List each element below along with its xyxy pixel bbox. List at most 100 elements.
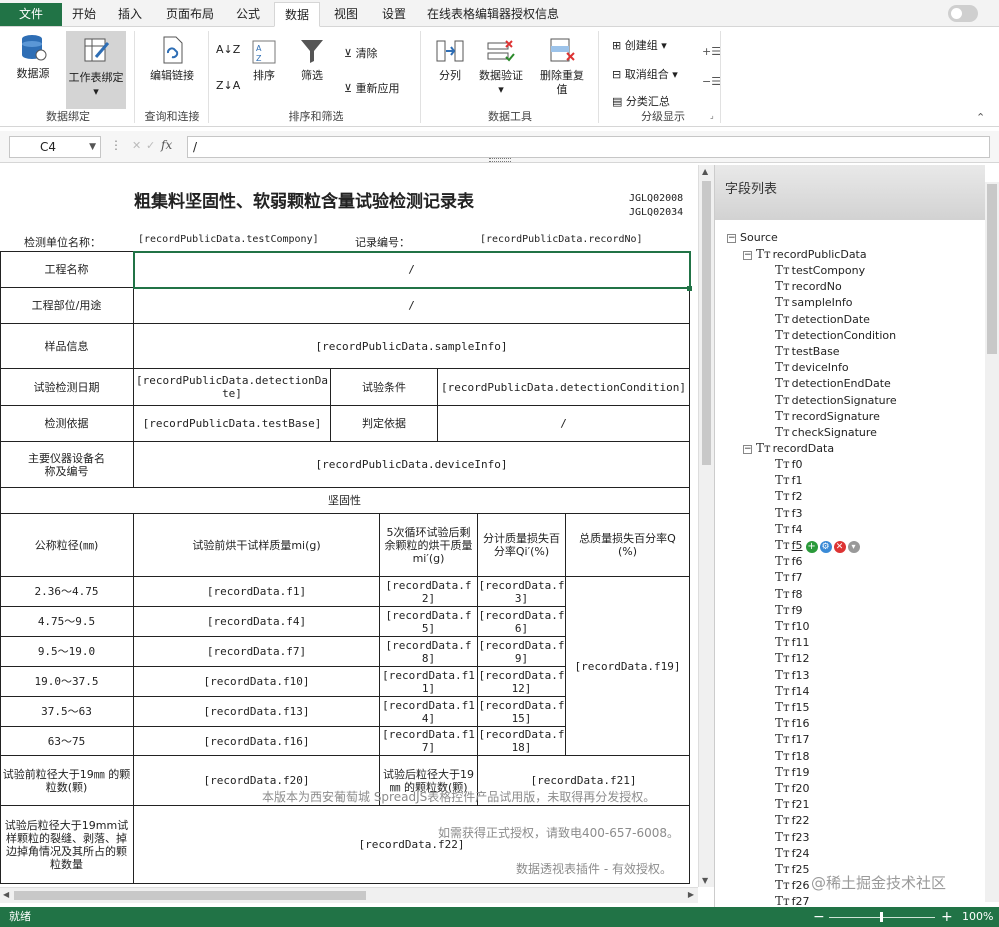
tree-field[interactable]: Tт f2 bbox=[775, 488, 803, 504]
project-part-value[interactable]: / bbox=[134, 288, 690, 324]
row-after[interactable]: [recordData.f11] bbox=[380, 667, 478, 697]
tree-field[interactable]: Tт f6 bbox=[775, 553, 803, 569]
tree-field[interactable]: Tт f24 bbox=[775, 845, 810, 861]
tree-field[interactable]: Tт f1 bbox=[775, 472, 803, 488]
tree-field[interactable]: Tт f18 bbox=[775, 748, 810, 764]
row-loss[interactable]: [recordData.f12] bbox=[478, 667, 566, 697]
data-validation-button[interactable]: 数据验证 ▾ bbox=[476, 37, 526, 97]
row-after[interactable]: [recordData.f5] bbox=[380, 607, 478, 637]
tab-view[interactable]: 视图 bbox=[324, 2, 368, 27]
panel-scrollbar[interactable] bbox=[985, 182, 999, 902]
judge-basis-value[interactable]: / bbox=[438, 406, 690, 442]
tree-field[interactable]: Tт testBase bbox=[775, 343, 840, 359]
condition-value[interactable]: [recordPublicData.detectionCondition] bbox=[438, 369, 690, 406]
name-box[interactable]: C4 ▼ bbox=[9, 136, 101, 158]
zoom-slider-thumb[interactable] bbox=[880, 912, 883, 922]
tree-field[interactable]: Tт f9 bbox=[775, 602, 803, 618]
settings-icon[interactable]: ⚙ bbox=[819, 541, 832, 553]
row-size[interactable]: 37.5～63 bbox=[0, 697, 134, 727]
test-basis-value[interactable]: [recordPublicData.testBase] bbox=[134, 406, 331, 442]
scroll-thumb[interactable] bbox=[14, 891, 366, 900]
more-icon[interactable]: ⋮ bbox=[110, 138, 122, 152]
row-mass[interactable]: [recordData.f10] bbox=[134, 667, 380, 697]
tree-field[interactable]: Tт sampleInfo bbox=[775, 294, 852, 310]
sort-ascending-icon[interactable]: A↓Z bbox=[216, 43, 240, 56]
tree-field[interactable]: Tт detectionEndDate bbox=[775, 375, 891, 391]
hide-detail-icon[interactable]: −☰ bbox=[702, 75, 721, 88]
row-after[interactable]: [recordData.f14] bbox=[380, 697, 478, 727]
tree-field[interactable]: Tт f10 bbox=[775, 618, 810, 634]
row-mass[interactable]: [recordData.f7] bbox=[134, 637, 380, 667]
more-options-icon[interactable]: ▾ bbox=[847, 541, 860, 553]
reapply-button[interactable]: ⊻ 重新应用 bbox=[344, 80, 400, 96]
total-loss-value[interactable]: [recordData.f19] bbox=[566, 577, 690, 756]
row-mass[interactable]: [recordData.f4] bbox=[134, 607, 380, 637]
tree-group-data[interactable]: − Tт recordData bbox=[743, 440, 834, 456]
delete-field-icon[interactable]: ✕ bbox=[833, 541, 846, 553]
row-after[interactable]: [recordData.f2] bbox=[380, 577, 478, 607]
resize-handle[interactable] bbox=[489, 158, 511, 162]
edit-link-button[interactable]: 编辑链接 bbox=[146, 35, 198, 83]
spreadsheet[interactable]: 粗集料坚固性、软弱颗粒含量试验检测记录表 JGLQ02008 JGLQ02034… bbox=[0, 165, 698, 887]
row-loss[interactable]: [recordData.f15] bbox=[478, 697, 566, 727]
row-size[interactable]: 63～75 bbox=[0, 727, 134, 756]
tree-field[interactable]: Tт f13 bbox=[775, 667, 810, 683]
row-after[interactable]: [recordData.f8] bbox=[380, 637, 478, 667]
tree-field[interactable]: Tт f4 bbox=[775, 521, 803, 537]
worksheet-binding-button[interactable]: 工作表绑定 ▾ bbox=[66, 31, 126, 109]
fx-icon[interactable]: fx bbox=[161, 138, 172, 152]
tree-field[interactable]: Tт f15 bbox=[775, 699, 810, 715]
theme-toggle[interactable] bbox=[948, 5, 978, 22]
tab-page-layout[interactable]: 页面布局 bbox=[158, 2, 222, 27]
row-size[interactable]: 19.0～37.5 bbox=[0, 667, 134, 697]
collapse-icon[interactable]: − bbox=[743, 444, 752, 454]
remove-duplicates-button[interactable]: 删除重复值 bbox=[536, 37, 588, 97]
scroll-thumb[interactable] bbox=[702, 181, 711, 465]
zoom-in-icon[interactable]: + bbox=[941, 907, 953, 927]
row-size[interactable]: 4.75～9.5 bbox=[0, 607, 134, 637]
tree-field[interactable]: Tт f17 bbox=[775, 731, 810, 747]
tree-field[interactable]: Tт f8 bbox=[775, 586, 803, 602]
sort-button[interactable]: AZ 排序 bbox=[246, 39, 282, 83]
tab-settings[interactable]: 设置 bbox=[372, 2, 416, 27]
tree-field[interactable]: Tт detectionSignature bbox=[775, 392, 897, 408]
detection-date-value[interactable]: [recordPublicData.detectionDate] bbox=[134, 369, 331, 406]
row-mass[interactable]: [recordData.f16] bbox=[134, 727, 380, 756]
tree-field[interactable]: Tт f19 bbox=[775, 764, 810, 780]
collapse-icon[interactable]: − bbox=[727, 233, 736, 243]
scroll-right-icon[interactable]: ▶ bbox=[688, 890, 694, 899]
confirm-icon[interactable]: ✓ bbox=[146, 139, 155, 152]
fill-handle[interactable] bbox=[687, 286, 692, 291]
tree-field[interactable]: Tт f22 bbox=[775, 812, 810, 828]
tab-insert[interactable]: 插入 bbox=[108, 2, 152, 27]
chevron-down-icon[interactable]: ▼ bbox=[89, 137, 96, 157]
row-loss[interactable]: [recordData.f3] bbox=[478, 577, 566, 607]
cancel-icon[interactable]: ✕ bbox=[132, 139, 141, 152]
subtotal-button[interactable]: ▤ 分类汇总 bbox=[612, 93, 670, 109]
vertical-scrollbar[interactable]: ▲ ▼ bbox=[698, 165, 714, 887]
tree-field[interactable]: Tт f16 bbox=[775, 715, 810, 731]
tree-field[interactable]: Tт deviceInfo bbox=[775, 359, 849, 375]
tree-field[interactable]: Tт f23 bbox=[775, 829, 810, 845]
tree-field[interactable]: Tт detectionDate bbox=[775, 311, 870, 327]
add-field-icon[interactable]: + bbox=[805, 541, 818, 553]
tree-field[interactable]: Tт f0 bbox=[775, 456, 803, 472]
sort-descending-icon[interactable]: Z↓A bbox=[216, 79, 240, 92]
row-loss[interactable]: [recordData.f9] bbox=[478, 637, 566, 667]
tree-field[interactable]: Tт f12 bbox=[775, 650, 810, 666]
row-mass[interactable]: [recordData.f1] bbox=[134, 577, 380, 607]
split-column-button[interactable]: 分列 bbox=[430, 37, 470, 83]
device-value[interactable]: [recordPublicData.deviceInfo] bbox=[134, 442, 690, 488]
row-mass[interactable]: [recordData.f13] bbox=[134, 697, 380, 727]
clear-button[interactable]: ⊻ 清除 bbox=[344, 45, 378, 61]
tree-field[interactable]: Tт f26 bbox=[775, 877, 810, 893]
tree-field[interactable]: Tт testCompony bbox=[775, 262, 865, 278]
dialog-launcher-icon[interactable]: ⌟ bbox=[710, 111, 714, 120]
horizontal-scrollbar[interactable]: ◀ ▶ bbox=[0, 887, 698, 903]
tree-field[interactable]: Tт f20 bbox=[775, 780, 810, 796]
tree-field[interactable]: Tт checkSignature bbox=[775, 424, 877, 440]
tree-field[interactable]: Tт f21 bbox=[775, 796, 810, 812]
tab-license-info[interactable]: 在线表格编辑器授权信息 bbox=[420, 2, 566, 27]
formula-input[interactable]: / bbox=[187, 136, 990, 158]
datasource-button[interactable]: 数据源 bbox=[10, 33, 56, 81]
